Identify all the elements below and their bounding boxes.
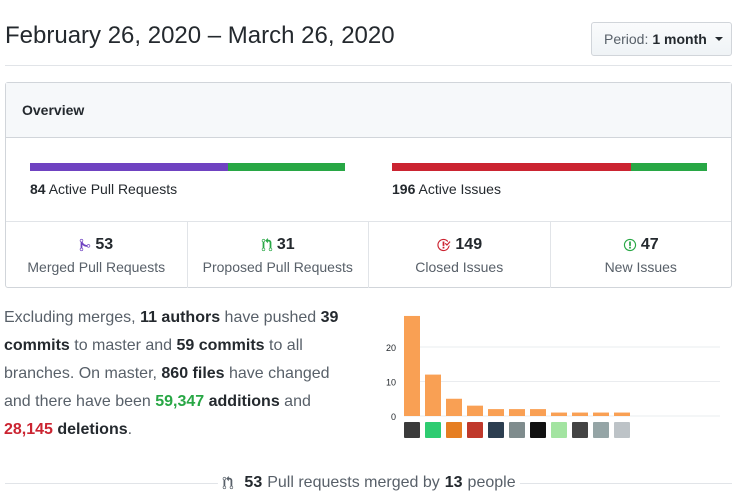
proposed-prs-label: Proposed Pull Requests bbox=[202, 259, 353, 275]
files-changed-count: 860 files bbox=[161, 365, 225, 382]
chart-bar bbox=[425, 374, 441, 416]
active-prs-count: 84 bbox=[30, 181, 46, 197]
merged-prs-value: 53 bbox=[95, 236, 114, 253]
footer-text: 53 Pull requests merged by 13 people bbox=[217, 474, 520, 492]
chart-y-tick-label: 0 bbox=[391, 412, 396, 422]
caret-down-icon bbox=[714, 37, 723, 41]
active-issues-count: 196 bbox=[392, 181, 416, 197]
authors-count[interactable]: 11 authors bbox=[140, 309, 220, 326]
open-issues-segment bbox=[631, 163, 707, 171]
period-select-button[interactable]: Period: 1 month bbox=[591, 22, 732, 56]
summary-text: Excluding merges, bbox=[4, 309, 141, 326]
overview-title: Overview bbox=[6, 83, 731, 138]
summary-text: . bbox=[127, 421, 133, 438]
chart-bar bbox=[509, 409, 525, 416]
footer-text-1: Pull requests merged by bbox=[267, 474, 440, 491]
period-value: 1 month bbox=[652, 31, 707, 47]
active-issues-link[interactable]: 196 Active Issues bbox=[392, 181, 501, 197]
issue-closed-icon bbox=[437, 238, 451, 252]
chart-y-tick-label: 10 bbox=[386, 378, 396, 388]
active-issues-bar bbox=[392, 163, 707, 171]
chart-bar bbox=[551, 412, 567, 416]
author-avatar bbox=[593, 422, 609, 438]
active-prs-bar bbox=[30, 163, 345, 171]
git-pull-request-icon bbox=[222, 476, 233, 490]
author-avatar bbox=[614, 422, 630, 438]
commit-summary: Excluding merges, 11 authors have pushed… bbox=[4, 304, 349, 444]
new-issues-label: New Issues bbox=[604, 259, 677, 275]
new-issues-stat[interactable]: 47 New Issues bbox=[551, 222, 732, 288]
additions-count: 59,347 bbox=[155, 393, 205, 410]
chart-bar bbox=[404, 315, 420, 416]
author-avatar bbox=[404, 422, 420, 438]
overview-panel: Overview 84 Active Pull Requests 196 Act… bbox=[5, 82, 732, 288]
new-issues-value: 47 bbox=[640, 236, 659, 253]
merged-prs-segment bbox=[30, 163, 228, 171]
closed-issues-label: Closed Issues bbox=[415, 259, 504, 275]
author-avatar bbox=[530, 422, 546, 438]
issue-opened-icon bbox=[623, 238, 636, 252]
page-header: February 26, 2020 – March 26, 2020 Perio… bbox=[5, 0, 732, 66]
deletions-count: 28,145 bbox=[4, 421, 53, 438]
closed-issues-value: 149 bbox=[455, 236, 483, 253]
period-label: Period: bbox=[604, 31, 649, 47]
chart-bar bbox=[488, 409, 504, 416]
chart-bar bbox=[614, 412, 630, 416]
chart-bar bbox=[572, 412, 588, 416]
git-pull-request-icon bbox=[261, 238, 273, 252]
git-merge-icon bbox=[80, 238, 91, 252]
commits-by-author-chart: 0 10 20 bbox=[386, 315, 720, 438]
merged-prs-label: Merged Pull Requests bbox=[27, 259, 166, 275]
chart-bar bbox=[593, 412, 609, 416]
active-issues-label: Active Issues bbox=[418, 181, 501, 197]
summary-text: to master and bbox=[69, 337, 177, 354]
merged-prs-stat[interactable]: 53 Merged Pull Requests bbox=[6, 222, 188, 288]
author-avatar bbox=[446, 422, 462, 438]
chart-y-tick-label: 20 bbox=[386, 343, 396, 353]
author-avatar bbox=[572, 422, 588, 438]
author-avatar bbox=[425, 422, 441, 438]
date-range-title: February 26, 2020 – March 26, 2020 bbox=[5, 22, 395, 49]
deletions-label: deletions bbox=[52, 421, 128, 438]
summary-text: and bbox=[279, 393, 311, 410]
author-avatar bbox=[488, 422, 504, 438]
chart-bar bbox=[467, 405, 483, 416]
active-prs-label: Active Pull Requests bbox=[48, 181, 178, 197]
proposed-prs-value: 31 bbox=[276, 236, 295, 253]
additions-label: additions bbox=[204, 393, 280, 410]
chart-bar bbox=[446, 398, 462, 416]
closed-issues-segment bbox=[392, 163, 631, 171]
author-avatar bbox=[467, 422, 483, 438]
commits-all-count: 59 commits bbox=[176, 337, 265, 354]
footer-text-2: people bbox=[467, 474, 516, 491]
overview-bars: 84 Active Pull Requests 196 Active Issue… bbox=[6, 138, 731, 222]
chart-bar bbox=[530, 409, 546, 416]
active-prs-link[interactable]: 84 Active Pull Requests bbox=[30, 181, 177, 197]
merged-pr-count: 53 bbox=[244, 474, 263, 491]
summary-text: have pushed bbox=[220, 309, 321, 326]
footer-summary: 53 Pull requests merged by 13 people bbox=[5, 470, 732, 496]
author-avatar bbox=[509, 422, 525, 438]
open-prs-segment bbox=[228, 163, 345, 171]
proposed-prs-stat[interactable]: 31 Proposed Pull Requests bbox=[188, 222, 369, 288]
overview-stats: 53 Merged Pull Requests 31 Proposed Pull… bbox=[6, 222, 731, 288]
author-avatar bbox=[551, 422, 567, 438]
people-count: 13 bbox=[444, 474, 463, 491]
closed-issues-stat[interactable]: 149 Closed Issues bbox=[369, 222, 551, 288]
